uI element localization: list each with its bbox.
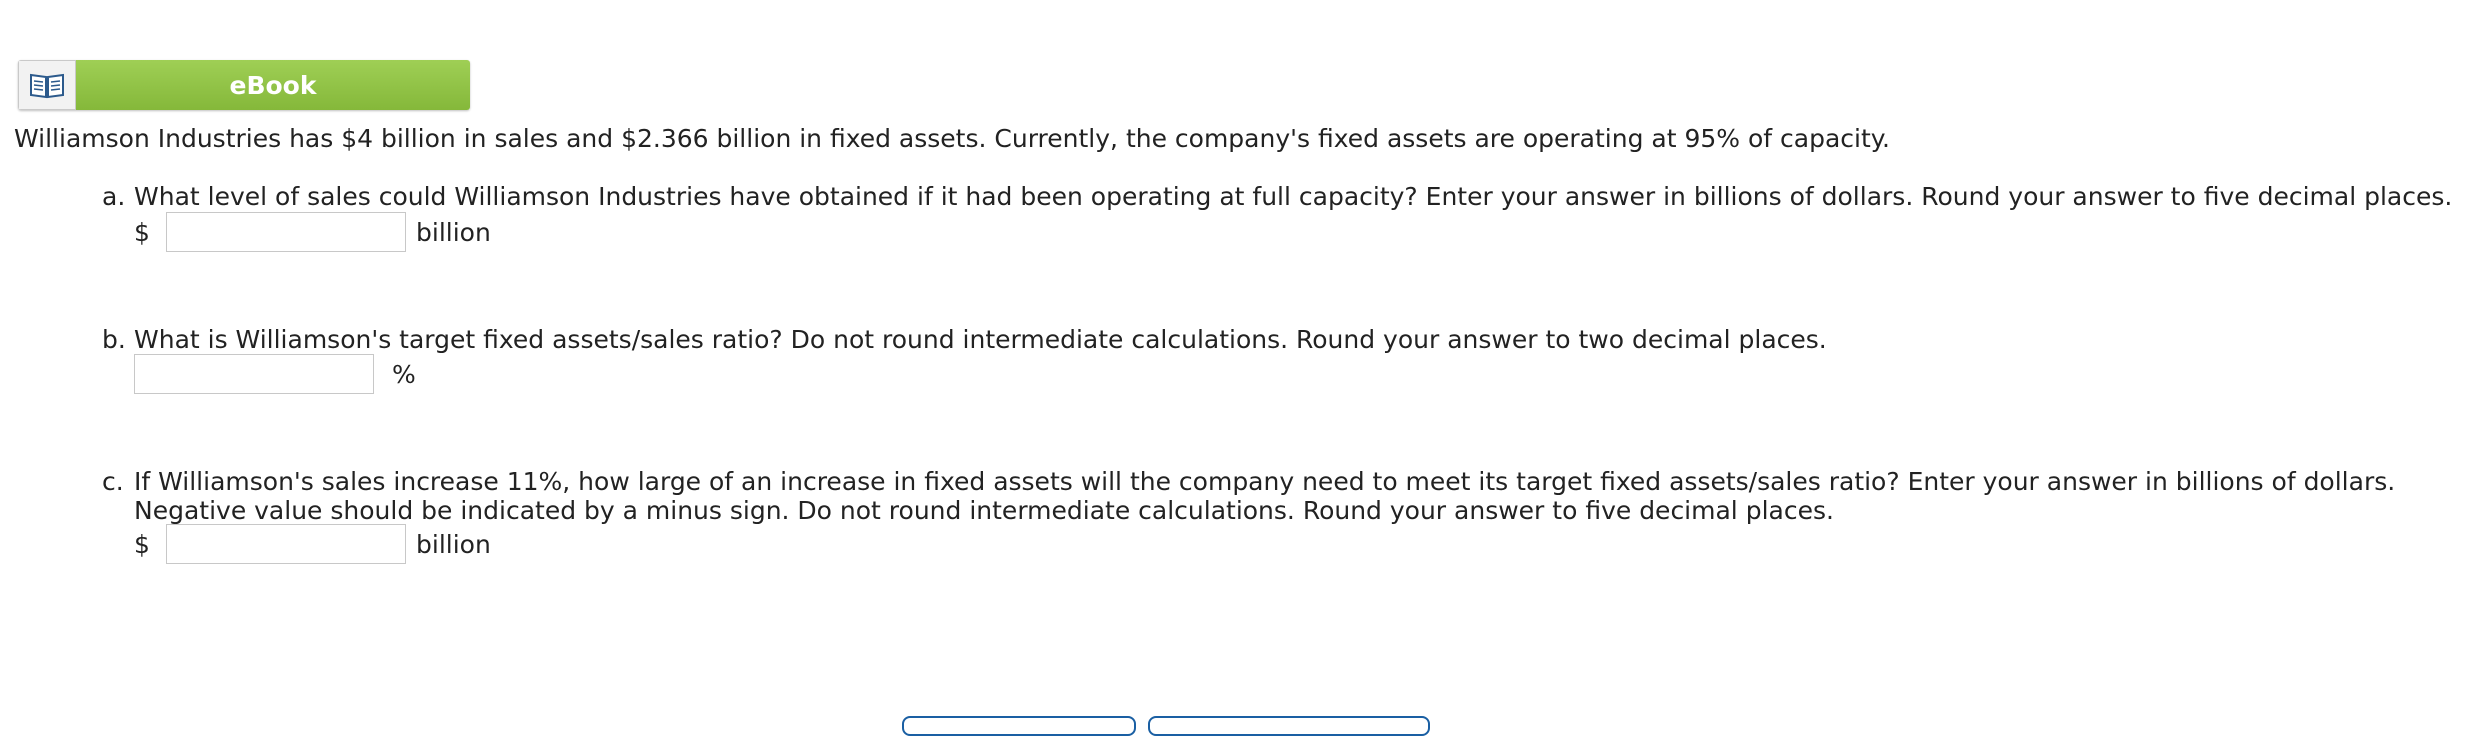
billion-suffix: billion	[416, 217, 491, 247]
question-c-input[interactable]	[166, 524, 406, 564]
open-book-icon	[18, 60, 76, 110]
question-b-letter: b.	[102, 325, 126, 354]
bottom-nav-button-right[interactable]	[1148, 716, 1430, 736]
question-c-answer-row: $ billion	[134, 524, 491, 564]
problem-statement: Williamson Industries has $4 billion in …	[14, 124, 1890, 153]
question-b-answer-row: %	[134, 354, 416, 394]
bottom-nav-button-left[interactable]	[902, 716, 1136, 736]
question-a-text: What level of sales could Williamson Ind…	[134, 182, 2453, 211]
question-c-letter: c.	[102, 467, 124, 496]
dollar-prefix: $	[134, 217, 150, 247]
question-a-letter: a.	[102, 182, 126, 211]
question-a-answer-row: $ billion	[134, 212, 491, 252]
question-a-input[interactable]	[166, 212, 406, 252]
dollar-prefix: $	[134, 529, 150, 559]
percent-suffix: %	[392, 359, 416, 389]
ebook-label: eBook	[76, 60, 470, 110]
question-c-text: If Williamson's sales increase 11%, how …	[134, 467, 2396, 525]
question-b-text: What is Williamson's target fixed assets…	[134, 325, 1827, 354]
question-b-input[interactable]	[134, 354, 374, 394]
ebook-button[interactable]: eBook	[18, 60, 470, 110]
billion-suffix: billion	[416, 529, 491, 559]
